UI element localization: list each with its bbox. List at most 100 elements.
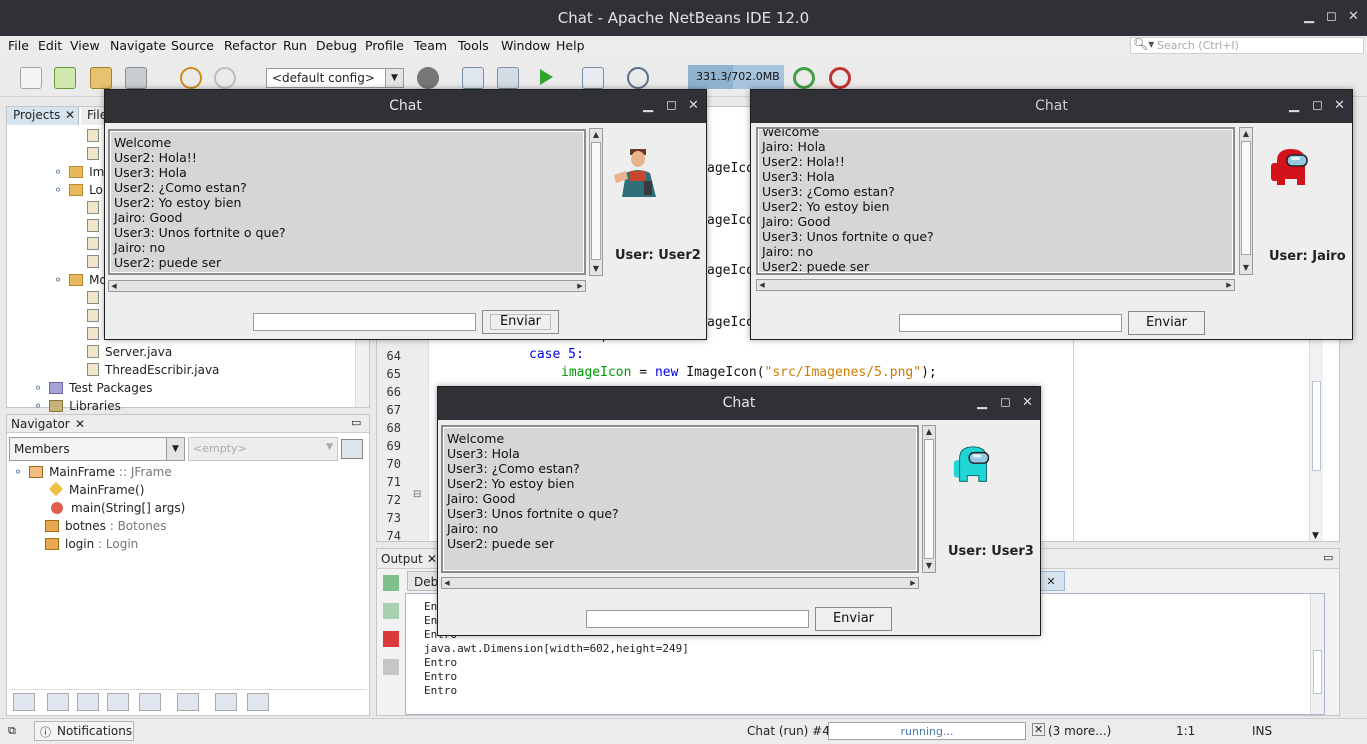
expand-icon[interactable]: ⚬ bbox=[53, 183, 63, 197]
fold-icon[interactable]: ⊟ bbox=[413, 489, 421, 500]
close-icon[interactable]: ✕ bbox=[688, 98, 699, 113]
tree-file[interactable] bbox=[87, 147, 105, 161]
close-icon[interactable]: ✕ bbox=[1348, 9, 1359, 24]
tree-file[interactable]: Server.java bbox=[87, 345, 172, 359]
scroll-right-icon[interactable]: ▶ bbox=[575, 281, 585, 291]
menu-debug[interactable]: Debug bbox=[316, 38, 357, 53]
expand-icon[interactable]: ⚬ bbox=[13, 465, 23, 479]
config-select[interactable]: <default config> ▼ bbox=[266, 68, 404, 88]
settings-icon[interactable] bbox=[383, 659, 399, 675]
minimize-icon[interactable]: ▭ bbox=[1323, 551, 1333, 564]
chat-messages[interactable]: Welcome User2: Hola!! User3: Hola User2:… bbox=[108, 129, 586, 275]
expand-icon[interactable]: ⚬ bbox=[33, 399, 43, 413]
menu-navigate[interactable]: Navigate bbox=[110, 38, 166, 53]
debug-icon[interactable] bbox=[582, 67, 604, 89]
nav-item-constructor[interactable]: MainFrame() bbox=[48, 481, 144, 497]
menu-window[interactable]: Window bbox=[501, 38, 550, 53]
send-button[interactable]: Enviar bbox=[815, 607, 892, 631]
search-box[interactable]: 🔍︎▾ Search (Ctrl+I) bbox=[1130, 37, 1364, 54]
close-icon[interactable]: ✕ bbox=[75, 417, 85, 431]
chat-vscrollbar[interactable]: ▲ ▼ bbox=[922, 425, 936, 573]
build-target-icon[interactable] bbox=[417, 67, 439, 89]
menu-run[interactable]: Run bbox=[283, 38, 307, 53]
close-tab-icon[interactable]: ✕ bbox=[65, 108, 75, 122]
run-icon[interactable] bbox=[540, 69, 553, 85]
fqn-icon[interactable] bbox=[177, 693, 199, 711]
run-progress[interactable]: running... bbox=[828, 722, 1026, 740]
chat-vscrollbar[interactable]: ▲ ▼ bbox=[1239, 127, 1253, 275]
close-icon[interactable]: ✕ bbox=[1022, 395, 1033, 410]
editor-scrollbar[interactable]: ▼ bbox=[1309, 337, 1323, 541]
maximize-icon[interactable]: ◻ bbox=[1312, 98, 1323, 113]
chat-hscrollbar[interactable]: ◀ ▶ bbox=[756, 279, 1235, 291]
members-select[interactable]: Members ▼ bbox=[9, 437, 185, 461]
menu-view[interactable]: View bbox=[70, 38, 100, 53]
nav-item-field-login[interactable]: login : Login bbox=[45, 537, 138, 551]
menu-refactor[interactable]: Refactor bbox=[224, 38, 276, 53]
nav-item-main-method[interactable]: main(String[] args) bbox=[51, 501, 185, 515]
show-inner-classes-icon[interactable] bbox=[139, 693, 161, 711]
save-all-icon[interactable] bbox=[125, 67, 147, 89]
open-project-icon[interactable] bbox=[90, 67, 112, 89]
more-tasks[interactable]: (3 more...) bbox=[1048, 724, 1111, 738]
scroll-right-icon[interactable]: ▶ bbox=[1224, 280, 1234, 290]
scroll-up-icon[interactable]: ▲ bbox=[923, 426, 935, 438]
menu-help[interactable]: Help bbox=[556, 38, 585, 53]
tree-folder[interactable]: ⚬ Libraries bbox=[33, 399, 121, 413]
stop-icon[interactable] bbox=[383, 631, 399, 647]
scroll-up-icon[interactable]: ▲ bbox=[1240, 128, 1252, 140]
tree-file[interactable] bbox=[87, 201, 105, 215]
scroll-left-icon[interactable]: ◀ bbox=[757, 280, 767, 290]
chat-hscrollbar[interactable]: ◀ ▶ bbox=[108, 280, 586, 292]
scroll-down-icon[interactable]: ▼ bbox=[923, 560, 935, 572]
nav-item-mainframe-class[interactable]: ⚬ MainFrame :: JFrame bbox=[13, 465, 172, 479]
sort-by-name-icon[interactable] bbox=[215, 693, 237, 711]
minimize-icon[interactable]: ▁ bbox=[643, 98, 653, 113]
rerun-with-options-icon[interactable] bbox=[383, 603, 399, 619]
filter-options-icon[interactable] bbox=[341, 439, 363, 459]
message-input[interactable] bbox=[899, 314, 1122, 332]
nav-item-field-botnes[interactable]: botnes : Botones bbox=[45, 519, 166, 533]
memory-indicator[interactable]: 331.3/702.0MB bbox=[688, 65, 784, 89]
scroll-left-icon[interactable]: ◀ bbox=[109, 281, 119, 291]
output-scrollbar[interactable] bbox=[1310, 594, 1324, 714]
profile-icon[interactable] bbox=[627, 67, 649, 89]
build-icon[interactable] bbox=[462, 67, 484, 89]
tree-file[interactable] bbox=[87, 255, 105, 269]
chat-messages[interactable]: Welcome Jairo: Hola User2: Hola!! User3:… bbox=[756, 127, 1235, 275]
show-fields-icon[interactable] bbox=[47, 693, 69, 711]
clean-build-icon[interactable] bbox=[497, 67, 519, 89]
maximize-icon[interactable]: ◻ bbox=[666, 98, 677, 113]
gc-icon[interactable] bbox=[793, 67, 815, 89]
notifications-button[interactable]: ⓘ Notifications bbox=[34, 721, 134, 741]
menu-source[interactable]: Source bbox=[171, 38, 214, 53]
chat-hscrollbar[interactable]: ◀ ▶ bbox=[441, 577, 919, 589]
menu-edit[interactable]: Edit bbox=[38, 38, 62, 53]
tree-file[interactable] bbox=[87, 309, 105, 323]
tree-file[interactable] bbox=[87, 327, 105, 341]
close-icon[interactable]: ✕ bbox=[1334, 98, 1345, 113]
scroll-left-icon[interactable]: ◀ bbox=[442, 578, 452, 588]
tree-file[interactable] bbox=[87, 237, 105, 251]
close-icon[interactable]: ✕ bbox=[427, 552, 437, 566]
tree-file[interactable]: ThreadEscribir.java bbox=[87, 363, 219, 377]
send-button[interactable]: Enviar bbox=[482, 310, 559, 334]
tree-folder[interactable]: ⚬ Test Packages bbox=[33, 381, 153, 395]
empty-select[interactable]: <empty> ▼ bbox=[188, 437, 338, 461]
maximize-icon[interactable]: ◻ bbox=[1326, 9, 1337, 24]
minimize-icon[interactable]: ▁ bbox=[1304, 9, 1314, 24]
scroll-thumb[interactable] bbox=[1241, 141, 1251, 255]
message-input[interactable] bbox=[253, 313, 476, 331]
minimize-icon[interactable]: ▭ bbox=[351, 416, 361, 429]
window-restore-icon[interactable]: ⧉ bbox=[8, 724, 16, 738]
scroll-up-icon[interactable]: ▲ bbox=[590, 129, 602, 141]
profile-ide-icon[interactable] bbox=[829, 67, 851, 89]
scroll-down-icon[interactable]: ▼ bbox=[1240, 262, 1252, 274]
expand-icon[interactable]: ⚬ bbox=[53, 165, 63, 179]
redo-icon[interactable] bbox=[214, 67, 236, 89]
show-inherited-icon[interactable] bbox=[13, 693, 35, 711]
minimize-icon[interactable]: ▁ bbox=[1289, 98, 1299, 113]
expand-icon[interactable]: ⚬ bbox=[33, 381, 43, 395]
tree-package[interactable]: ⚬ Mo bbox=[53, 273, 107, 287]
tree-package[interactable]: ⚬ Lo bbox=[53, 183, 103, 197]
